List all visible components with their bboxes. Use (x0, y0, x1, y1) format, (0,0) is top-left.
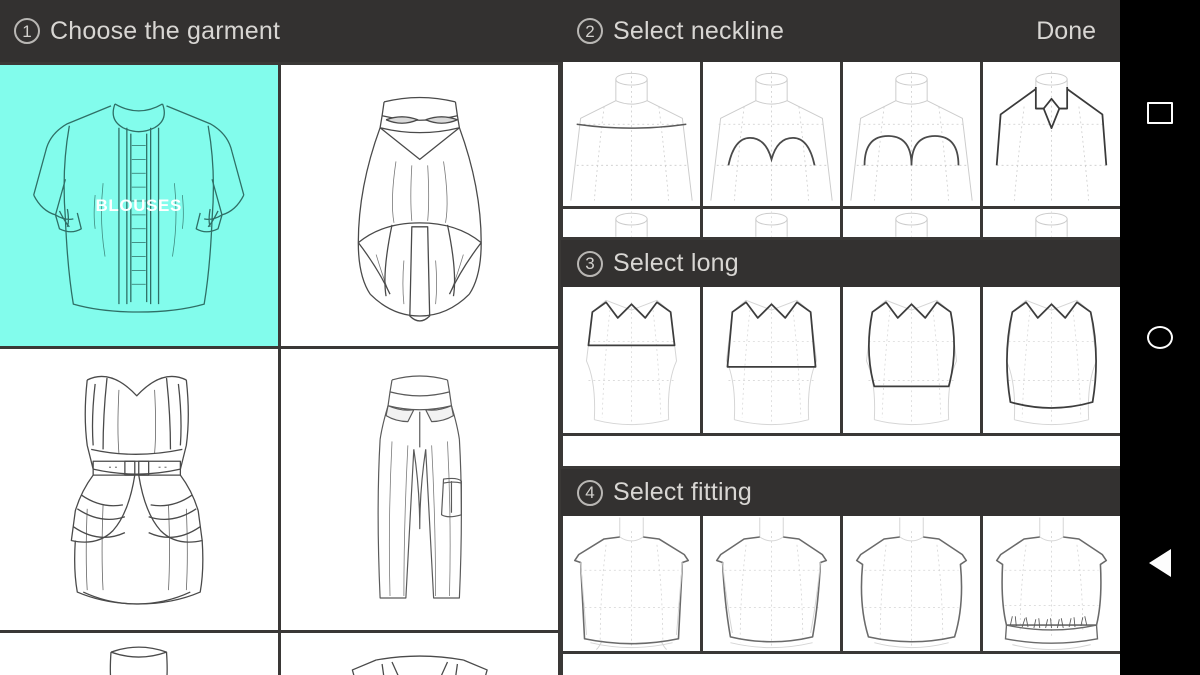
neckline-option-mandarin-collar[interactable] (983, 62, 1120, 206)
page-title: Choose the garment (50, 16, 281, 45)
long-option-waist[interactable] (703, 287, 840, 433)
double-scoop-neckline-icon (850, 71, 973, 201)
fitting-option-row-filler (563, 654, 1120, 675)
garment-tile-blouses[interactable]: BLOUSES (0, 65, 278, 346)
step-number-badge: 2 (577, 18, 603, 44)
step-number-badge: 3 (577, 250, 603, 277)
neckline-option-row (563, 62, 1120, 206)
neckline-variant-6-icon (755, 211, 788, 237)
android-navigation-bar (1120, 0, 1200, 675)
bodice-length-cropped-icon (585, 299, 678, 426)
step3-header: 3 Select long (561, 240, 1120, 287)
garment-chooser-panel: 1 Choose the garment BLOUSES (0, 0, 561, 675)
bateau-neckline-icon (570, 71, 693, 201)
long-option-filler (563, 436, 1120, 466)
neckline-variant-8-icon (1035, 211, 1068, 237)
fitting-semi-fitted-icon (715, 517, 828, 649)
trousers-icon (377, 375, 462, 599)
section-title-neckline: Select neckline (613, 16, 785, 45)
fitting-straight-icon (573, 517, 690, 650)
neckline-option-variant-5[interactable] (563, 209, 700, 237)
done-button[interactable]: Done (1036, 17, 1104, 46)
long-option-hip[interactable] (843, 287, 980, 433)
options-panel: 2 Select neckline Done 3 Select long 4 S… (561, 0, 1120, 675)
fitting-option-a-line[interactable] (843, 516, 980, 651)
home-circle-icon (1147, 326, 1173, 349)
garment-tile-label: BLOUSES (95, 195, 182, 215)
bodice-length-hip-icon (865, 299, 958, 426)
fitting-option-filler (563, 654, 1120, 675)
neckline-option-row-partial (563, 209, 1120, 237)
neckline-option-double-scoop[interactable] (843, 62, 980, 206)
long-option-cropped[interactable] (563, 287, 700, 433)
neckline-option-variant-6[interactable] (703, 209, 840, 237)
long-option-strip (561, 287, 1120, 466)
garment-tile-v-neck-tops[interactable] (280, 633, 558, 675)
neckline-option-variant-8[interactable] (983, 209, 1120, 237)
neckline-option-strip (561, 62, 1120, 237)
step-number-badge: 4 (577, 479, 603, 506)
fitting-option-straight[interactable] (563, 516, 700, 651)
recents-square-icon (1147, 101, 1173, 124)
strapless-dress-icon (70, 375, 204, 605)
home-button[interactable] (1138, 316, 1182, 360)
bodice-length-long-icon (1005, 299, 1098, 426)
fitting-a-line-icon (855, 517, 968, 649)
back-triangle-icon (1149, 548, 1171, 577)
fitting-gathered-hem-icon (995, 517, 1108, 650)
app-root: 1 Choose the garment BLOUSES 2 Select ne… (0, 0, 1200, 675)
step4-header: 4 Select fitting (561, 469, 1120, 516)
step1-header: 1 Choose the garment (0, 0, 561, 62)
neckline-variant-7-icon (895, 211, 928, 237)
garment-tile-dresses[interactable] (0, 349, 278, 630)
long-option-row (563, 287, 1120, 433)
section-title-long: Select long (613, 249, 739, 277)
garment-tile-trousers[interactable] (280, 349, 558, 630)
garment-grid: BLOUSES (0, 62, 561, 675)
back-button[interactable] (1138, 541, 1182, 585)
garment-tile-turtleneck-tops[interactable] (0, 633, 278, 675)
neckline-variant-5-icon (615, 211, 648, 237)
sweetheart-neckline-icon (710, 71, 833, 201)
long-option-long[interactable] (983, 287, 1120, 433)
neckline-option-variant-7[interactable] (843, 209, 980, 237)
v-neck-top-icon (351, 655, 488, 675)
bodice-length-waist-icon (725, 299, 818, 426)
recents-button[interactable] (1138, 91, 1182, 135)
long-option-row-filler (563, 436, 1120, 466)
asymmetric-skirt-icon (357, 96, 482, 322)
garment-tile-skirts[interactable] (280, 65, 558, 346)
section-title-fitting: Select fitting (613, 478, 752, 506)
neckline-option-bateau[interactable] (563, 62, 700, 206)
neckline-option-sweetheart[interactable] (703, 62, 840, 206)
fitting-option-semi-fitted[interactable] (703, 516, 840, 651)
fitting-option-row (563, 516, 1120, 651)
fitting-option-strip (561, 516, 1120, 675)
fitting-option-gathered-hem[interactable] (983, 516, 1120, 651)
turtleneck-top-icon (109, 646, 168, 675)
mandarin-collar-icon (995, 71, 1108, 201)
step-number-badge: 1 (14, 18, 40, 44)
step2-header: 2 Select neckline Done (561, 0, 1120, 62)
